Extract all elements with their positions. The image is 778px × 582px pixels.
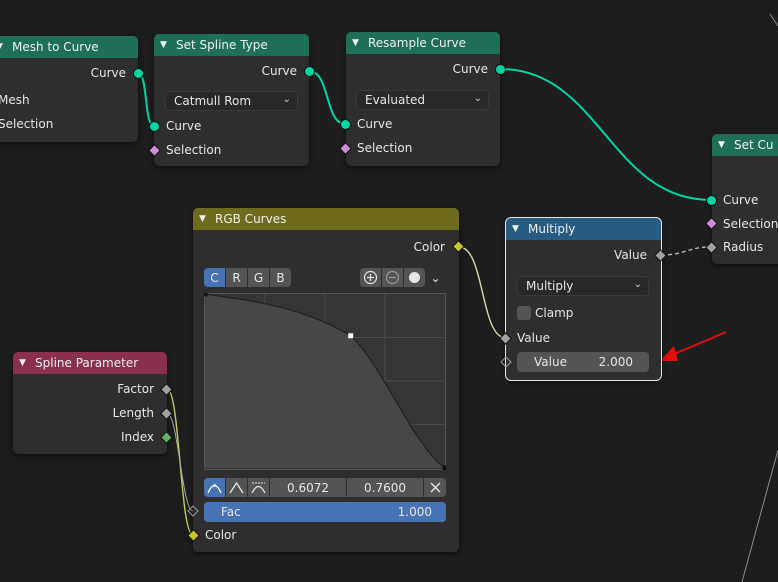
chevron-down-icon[interactable]: ▼	[352, 38, 364, 48]
input-selection-label: Selection	[166, 143, 222, 157]
resample-curve-curve-socket[interactable]	[341, 120, 350, 129]
chevron-down-icon[interactable]: ▼	[512, 224, 524, 234]
annotation-arrow	[660, 331, 727, 361]
output-color-label: Color	[413, 240, 445, 254]
output-length-label: Length	[112, 406, 154, 420]
frame-edge-line-top	[769, 13, 778, 27]
input-color-label: Color	[205, 528, 237, 542]
input-selection-label: Selection	[723, 217, 778, 231]
set-spline-type-curve-socket[interactable]	[150, 122, 159, 131]
node-title: Set Cu	[734, 138, 774, 152]
value-field-label: Value	[534, 355, 567, 369]
node-header[interactable]: ▼ RGB Curves	[193, 208, 459, 230]
curve-control-point	[442, 465, 446, 470]
curve-editor[interactable]	[204, 293, 446, 470]
output-curve-label: Curve	[452, 62, 488, 76]
output-value-label: Value	[614, 248, 647, 262]
operation-value: Multiply	[526, 279, 574, 293]
delete-point-x-icon[interactable]	[424, 478, 446, 497]
link-length-to-fac	[166, 412, 194, 512]
resample-mode-dropdown[interactable]: Evaluated ⌄	[356, 90, 489, 110]
resample-curve-node[interactable]: ▼ Resample Curve Curve Evaluated ⌄ Curve…	[346, 32, 500, 166]
node-header[interactable]: ▼ Set Cu	[712, 134, 778, 156]
point-y-field[interactable]: 0.7600	[347, 478, 423, 497]
set-spline-type-node[interactable]: ▼ Set Spline Type Curve Catmull Rom ⌄ Cu…	[154, 34, 309, 166]
node-title: Spline Parameter	[35, 356, 139, 370]
auto-handle-icon[interactable]	[204, 478, 225, 497]
node-header[interactable]: ▼ Multiply	[506, 218, 661, 240]
node-header[interactable]: ▼ Mesh to Curve	[0, 36, 138, 58]
point-x-field[interactable]: 0.6072	[270, 478, 346, 497]
chevron-down-icon: ⌄	[282, 94, 291, 105]
node-title: Set Spline Type	[176, 38, 268, 52]
value-field-value: 2.000	[598, 355, 633, 369]
frame-edge-line	[741, 449, 778, 582]
node-title: Mesh to Curve	[12, 40, 99, 54]
chevron-down-icon[interactable]: ▼	[160, 40, 172, 50]
chevron-down-icon[interactable]: ▼	[199, 214, 211, 224]
chevron-down-icon: ⌄	[473, 93, 482, 104]
link-color-to-multiply	[458, 246, 507, 339]
output-curve-label: Curve	[90, 66, 126, 80]
link-resample-to-setcurve	[499, 68, 712, 201]
node-header[interactable]: ▼ Spline Parameter	[13, 352, 167, 374]
curve-control-point	[204, 293, 208, 297]
chevron-down-icon[interactable]: ▼	[718, 140, 730, 150]
spline-parameter-node[interactable]: ▼ Spline Parameter Factor Length Index	[13, 352, 167, 454]
resample-mode-value: Evaluated	[365, 93, 426, 107]
input-radius-label: Radius	[723, 240, 764, 254]
resample-curve-output-socket[interactable]	[496, 65, 505, 74]
chevron-down-icon[interactable]: ▼	[0, 42, 8, 52]
node-title: Multiply	[528, 222, 576, 236]
fac-label: Fac	[221, 505, 241, 519]
fac-value: 1.000	[397, 505, 432, 519]
rgb-curves-node[interactable]: ▼ RGB Curves Color C R G B ⌄ 0.6072 0.76…	[193, 208, 459, 552]
clamp-label: Clamp	[535, 306, 574, 320]
input-selection-label: Selection	[357, 141, 413, 155]
zoom-out-icon[interactable]	[382, 268, 403, 287]
clamp-checkbox[interactable]	[517, 306, 531, 320]
chevron-down-icon[interactable]: ▼	[19, 358, 31, 368]
set-curve-curve-socket[interactable]	[707, 196, 716, 205]
node-header[interactable]: ▼ Resample Curve	[346, 32, 500, 54]
chevron-down-icon: ⌄	[633, 279, 642, 290]
value-field[interactable]: Value 2.000	[517, 352, 649, 372]
set-curve-node[interactable]: ▼ Set Cu Curve Selection Radius	[712, 134, 778, 264]
multiply-node[interactable]: ▼ Multiply Value Multiply ⌄ Clamp Value …	[505, 217, 662, 381]
input-selection-label: Selection	[0, 117, 54, 131]
curve-control-point	[348, 333, 354, 339]
channel-b-button[interactable]: B	[270, 268, 291, 287]
channel-g-button[interactable]: G	[248, 268, 269, 287]
auto-clamped-handle-icon[interactable]	[248, 478, 269, 497]
mesh-to-curve-output-socket[interactable]	[134, 69, 143, 78]
output-factor-label: Factor	[117, 382, 154, 396]
input-mesh-label: Mesh	[0, 93, 30, 107]
link-multiply-to-radius	[660, 246, 712, 256]
vector-handle-icon[interactable]	[226, 478, 247, 497]
output-index-label: Index	[120, 430, 154, 444]
input-curve-label: Curve	[357, 117, 393, 131]
mesh-to-curve-node[interactable]: ▼ Mesh to Curve Curve Mesh Selection	[0, 36, 138, 142]
output-curve-label: Curve	[261, 64, 297, 78]
node-title: RGB Curves	[215, 212, 287, 226]
input-curve-label: Curve	[166, 119, 202, 133]
zoom-in-icon[interactable]	[360, 268, 381, 287]
set-spline-type-output-socket[interactable]	[305, 67, 314, 76]
operation-dropdown[interactable]: Multiply ⌄	[517, 276, 649, 296]
link-spline-to-resample	[308, 70, 346, 125]
input-curve-label: Curve	[723, 193, 759, 207]
channel-r-button[interactable]: R	[226, 268, 247, 287]
node-title: Resample Curve	[368, 36, 467, 50]
clip-dot-icon[interactable]	[404, 268, 425, 287]
channel-c-button[interactable]: C	[204, 268, 225, 287]
node-header[interactable]: ▼ Set Spline Type	[154, 34, 309, 56]
fac-slider[interactable]: Fac 1.000	[204, 502, 446, 522]
spline-type-value: Catmull Rom	[174, 94, 252, 108]
curve-menu-chevron-icon[interactable]: ⌄	[427, 268, 444, 287]
link-mesh-to-spline	[137, 72, 155, 127]
input-value-label: Value	[517, 331, 550, 345]
spline-type-dropdown[interactable]: Catmull Rom ⌄	[165, 91, 298, 111]
